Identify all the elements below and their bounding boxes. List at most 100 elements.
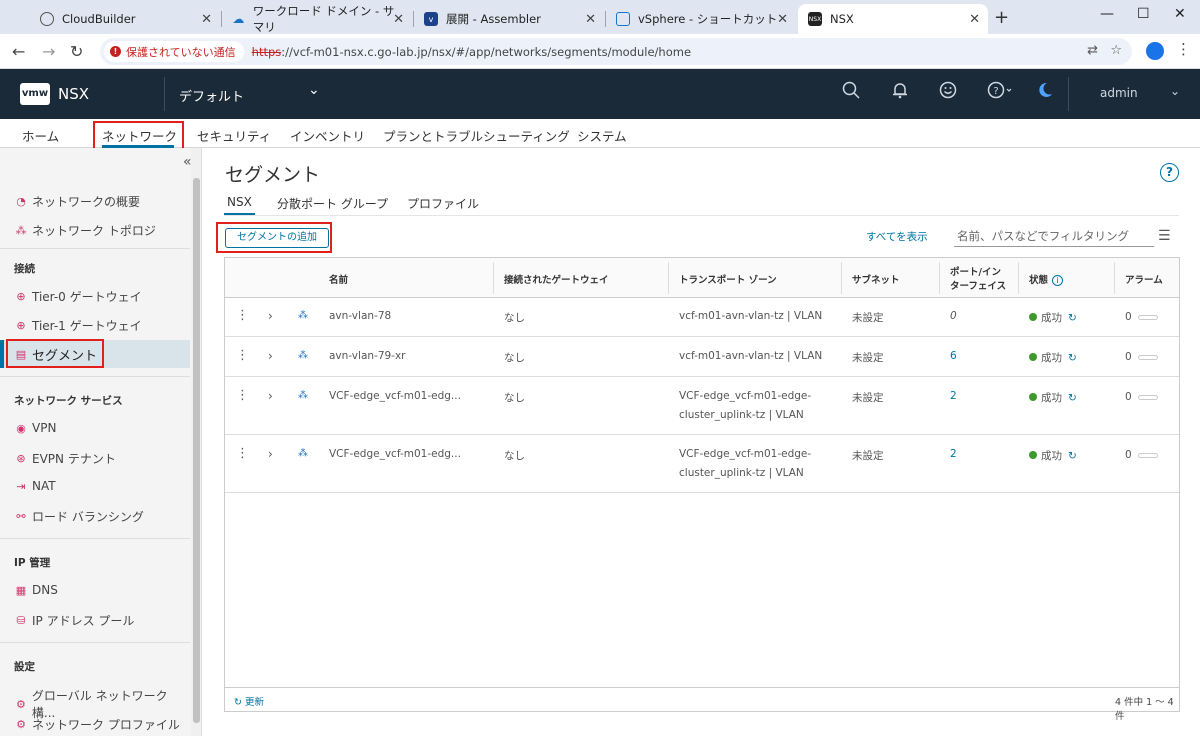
chevron-down-icon[interactable]: ⌄ <box>308 82 320 98</box>
sidebar-item-network-overview[interactable]: ◔ ネットワークの概要 <box>14 193 190 210</box>
alarm-cell: 0 <box>1125 391 1158 403</box>
chevron-right-icon[interactable]: › <box>268 389 273 403</box>
sidebar-item-evpn-tenant[interactable]: ⊛ EVPN テナント <box>14 450 190 467</box>
sidebar-item-tier1-gateway[interactable]: ⊕ Tier-1 ゲートウェイ <box>14 317 190 334</box>
table-row[interactable]: ⋮ › ⁂ VCF-edge_vcf-m01-edg... なし VCF-edg… <box>225 378 1179 435</box>
nav-inventory[interactable]: インベントリ <box>290 126 365 145</box>
segment-name[interactable]: avn-vlan-79-xr <box>329 350 406 362</box>
sidebar-item-network-profile[interactable]: ⚙ ネットワーク プロファイル <box>14 716 190 733</box>
chevron-down-icon[interactable]: ⌄ <box>1170 84 1180 98</box>
browser-tab-cloudbuilder[interactable]: CloudBuilder ✕ <box>30 4 220 34</box>
sidebar-item-network-topology[interactable]: ⁂ ネットワーク トポロジ <box>14 222 190 239</box>
profile-avatar[interactable] <box>1146 42 1164 60</box>
table-row[interactable]: ⋮ › ⁂ VCF-edge_vcf-m01-edg... なし VCF-edg… <box>225 436 1179 493</box>
column-header-name[interactable]: 名前 <box>329 272 348 286</box>
column-header-transport-zone[interactable]: トランスポート ゾーン <box>679 272 777 286</box>
column-header-alarm[interactable]: アラーム <box>1125 272 1163 286</box>
row-actions-icon[interactable]: ⋮ <box>236 308 249 323</box>
refresh-icon[interactable]: ↻ <box>1068 450 1077 462</box>
bookmark-star-icon[interactable]: ☆ <box>1110 43 1122 58</box>
nav-home[interactable]: ホーム <box>22 126 59 145</box>
project-selector[interactable]: デフォルト <box>179 86 244 105</box>
chevron-right-icon[interactable]: › <box>268 349 273 363</box>
row-actions-icon[interactable]: ⋮ <box>236 446 249 461</box>
ports-count-link[interactable]: 2 <box>950 448 957 460</box>
refresh-icon[interactable]: ↻ <box>1068 312 1077 324</box>
maximize-icon[interactable]: ☐ <box>1137 6 1150 22</box>
column-header-ports-line2[interactable]: ターフェイス <box>950 278 1006 292</box>
feedback-smile-icon[interactable] <box>939 81 957 104</box>
table-row[interactable]: ⋮ › ⁂ avn-vlan-78 なし vcf-m01-avn-vlan-tz… <box>225 298 1179 337</box>
tab-title: CloudBuilder <box>62 12 136 26</box>
segment-name[interactable]: avn-vlan-78 <box>329 310 391 322</box>
tab-nsx[interactable]: NSX <box>227 195 252 209</box>
close-icon[interactable]: ✕ <box>585 12 596 27</box>
global-network-icon: ⚙ <box>16 697 26 711</box>
column-header-status[interactable]: 状態 i <box>1029 272 1064 286</box>
sidebar-item-nat[interactable]: ⇥ NAT <box>14 479 190 493</box>
user-menu[interactable]: admin <box>1100 86 1138 100</box>
bell-icon[interactable] <box>891 81 909 104</box>
browser-tab-nsx[interactable]: NSX NSX ✕ <box>798 4 988 34</box>
sidebar-item-label: ネットワーク トポロジ <box>32 224 156 238</box>
show-all-link[interactable]: すべてを表示 <box>866 229 928 244</box>
search-icon[interactable] <box>842 81 860 104</box>
browser-tab-vsphere[interactable]: vSphere - ショートカット ✕ <box>606 4 796 34</box>
refresh-button[interactable]: ↻ 更新 <box>234 694 264 708</box>
nav-system[interactable]: システム <box>577 126 627 145</box>
window-close-icon[interactable]: ✕ <box>1174 6 1186 22</box>
filter-input[interactable]: 名前、パスなどでフィルタリング <box>954 227 1154 247</box>
sidebar-scroll-thumb[interactable] <box>193 178 200 723</box>
refresh-icon[interactable]: ↻ <box>1068 352 1077 364</box>
security-chip[interactable]: ! 保護されていない通信 <box>104 41 244 62</box>
nav-security[interactable]: セキュリティ <box>197 126 271 145</box>
tab-title: ワークロード ドメイン - サマリ <box>252 4 395 34</box>
column-header-ports-line1[interactable]: ポート/イン <box>950 264 1001 278</box>
sidebar-item-ip-address-pool[interactable]: ⛁ IP アドレス プール <box>14 612 190 629</box>
info-icon[interactable]: i <box>1052 275 1064 286</box>
segment-name[interactable]: VCF-edge_vcf-m01-edg... <box>329 390 461 402</box>
ports-count-link[interactable]: 2 <box>950 390 957 402</box>
ports-count-link[interactable]: 6 <box>950 350 957 362</box>
ports-count: 0 <box>950 310 957 322</box>
row-actions-icon[interactable]: ⋮ <box>236 348 249 363</box>
subnet: 未設定 <box>852 450 884 462</box>
vmware-logo: vmw <box>20 83 50 105</box>
nav-plan-troubleshoot[interactable]: プランとトラブルシューティング <box>383 126 570 145</box>
chevron-right-icon[interactable]: › <box>268 447 273 461</box>
forward-icon[interactable]: → <box>42 42 55 61</box>
close-icon[interactable]: ✕ <box>201 12 212 27</box>
refresh-icon[interactable]: ↻ <box>1068 392 1077 404</box>
browser-tab-workload[interactable]: ☁ ワークロード ドメイン - サマリ ✕ <box>222 4 412 34</box>
sidebar-item-tier0-gateway[interactable]: ⊕ Tier-0 ゲートウェイ <box>14 288 190 305</box>
translate-icon[interactable]: ⇄ <box>1087 43 1098 58</box>
close-icon[interactable]: ✕ <box>969 12 980 27</box>
close-icon[interactable]: ✕ <box>777 12 788 27</box>
segment-icon: ⁂ <box>298 310 308 321</box>
filter-icon[interactable]: ☰ <box>1158 228 1171 244</box>
tab-profiles[interactable]: プロファイル <box>407 195 479 212</box>
sidebar-item-load-balancing[interactable]: ⚯ ロード バランシング <box>14 508 190 525</box>
chevron-right-icon[interactable]: › <box>268 309 273 323</box>
column-header-subnet[interactable]: サブネット <box>852 272 900 286</box>
table-row[interactable]: ⋮ › ⁂ avn-vlan-79-xr なし vcf-m01-avn-vlan… <box>225 338 1179 377</box>
new-tab-icon[interactable]: + <box>994 7 1009 28</box>
sidebar-item-vpn[interactable]: ◉ VPN <box>14 421 190 435</box>
segment-name[interactable]: VCF-edge_vcf-m01-edg... <box>329 448 461 460</box>
connected-gateway: なし <box>504 392 525 404</box>
minimize-icon[interactable]: — <box>1100 6 1114 22</box>
sidebar-item-label: VPN <box>32 421 57 435</box>
help-icon[interactable]: ? <box>1160 163 1179 182</box>
help-icon[interactable]: ? <box>987 81 1013 104</box>
tab-distributed-port-groups[interactable]: 分散ポート グループ <box>277 195 388 212</box>
reload-icon[interactable]: ↻ <box>70 42 83 61</box>
address-bar[interactable]: ! 保護されていない通信 https ://vcf-m01-nsx.c.go-l… <box>100 38 1132 65</box>
close-icon[interactable]: ✕ <box>393 12 404 27</box>
column-header-gateway[interactable]: 接続されたゲートウェイ <box>504 272 609 286</box>
sidebar-item-dns[interactable]: ▦ DNS <box>14 583 190 597</box>
dark-mode-moon-icon[interactable] <box>1036 81 1054 104</box>
back-icon[interactable]: ← <box>12 42 25 61</box>
browser-tab-assembler[interactable]: v 展開 - Assembler ✕ <box>414 4 604 34</box>
row-actions-icon[interactable]: ⋮ <box>236 388 249 403</box>
browser-menu-icon[interactable]: ⋮ <box>1176 40 1191 58</box>
